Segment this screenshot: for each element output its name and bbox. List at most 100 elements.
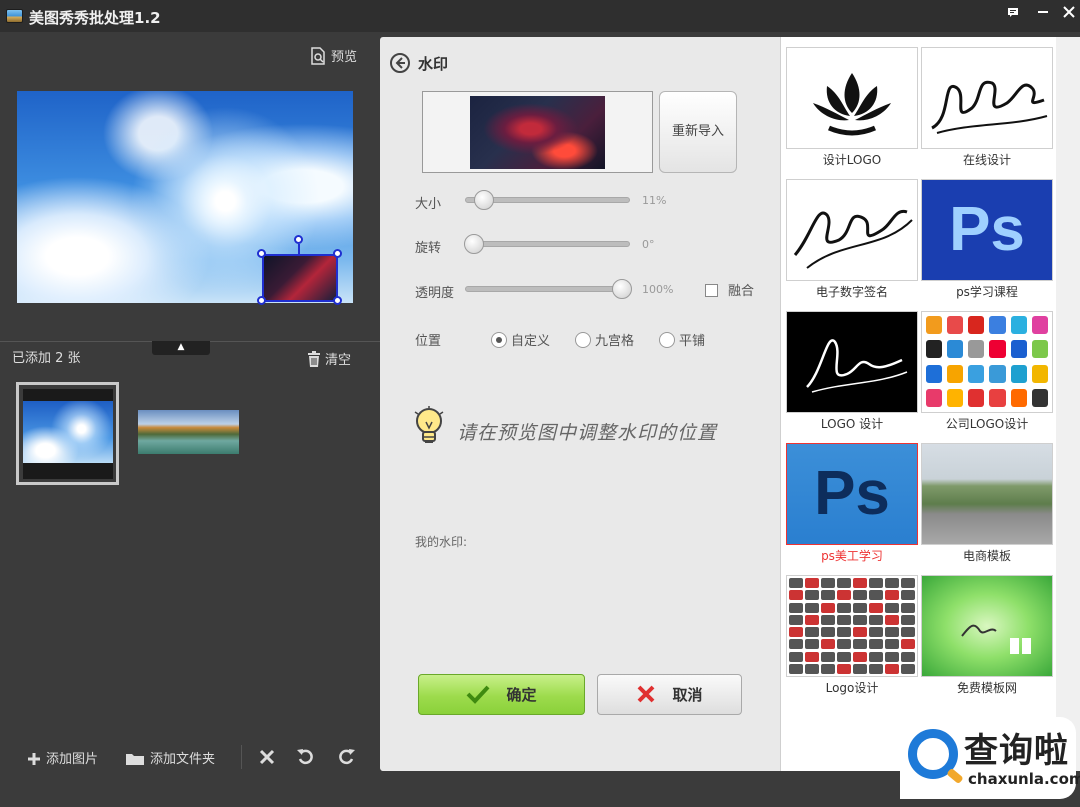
radio-dot[interactable] — [659, 332, 675, 348]
reimport-button[interactable]: 重新导入 — [659, 91, 737, 173]
gallery-item[interactable]: LOGO 设计 — [786, 311, 918, 432]
preview-label: 预览 — [331, 50, 358, 65]
rotate-label: 旋转 — [415, 241, 442, 256]
resize-handle-tr[interactable] — [333, 249, 342, 258]
position-radio-tile[interactable]: 平铺 — [659, 330, 705, 349]
gallery-caption: 电子数字签名 — [815, 285, 888, 299]
add-folder-label: 添加文件夹 — [150, 752, 216, 767]
app-title: 美图秀秀批处理1.2 — [29, 9, 161, 27]
lightbulb-icon — [413, 406, 445, 454]
rotate-handle[interactable] — [294, 235, 303, 244]
delete-icon[interactable] — [257, 747, 277, 767]
green-template-thumbnail — [921, 575, 1053, 677]
radio-dot[interactable] — [575, 332, 591, 348]
ok-label: 确定 — [506, 686, 537, 704]
resize-handle-bl[interactable] — [257, 296, 266, 305]
gallery-item[interactable]: 公司LOGO设计 — [921, 311, 1053, 432]
add-image-button[interactable]: 添加图片 — [27, 748, 98, 767]
thumbnail-letterbox — [23, 389, 113, 401]
clear-label: 清空 — [325, 353, 352, 368]
company-logos-thumbnail — [921, 311, 1053, 413]
gallery-caption: ps美工学习 — [821, 549, 883, 563]
gallery-item[interactable]: 电子数字签名 — [786, 179, 918, 300]
brand-url: chaxunla.com — [968, 770, 1080, 788]
left-toolbar: 添加图片 添加文件夹 — [0, 737, 380, 775]
rotate-slider-thumb[interactable] — [464, 234, 484, 254]
folder-icon — [126, 754, 144, 765]
gallery-caption: 免费模板网 — [956, 681, 1017, 695]
ps-logo-text: Ps — [787, 444, 917, 544]
gallery-item-selected[interactable]: Ps ps美工学习 — [786, 443, 918, 564]
magnifier-icon — [908, 729, 958, 779]
rotate-right-icon[interactable] — [336, 747, 356, 767]
gallery-item[interactable]: 设计LOGO — [786, 47, 918, 168]
checkbox-box[interactable] — [705, 284, 718, 297]
thumbnail-1[interactable] — [16, 382, 119, 485]
ps-logo-thumbnail: Ps — [921, 179, 1053, 281]
position-radio-custom[interactable]: 自定义 — [491, 330, 550, 349]
cancel-label: 取消 — [672, 686, 703, 704]
gallery-scrollbar[interactable] — [1056, 37, 1080, 771]
gallery-caption: 公司LOGO设计 — [945, 417, 1029, 431]
signature-thumbnail — [921, 47, 1053, 149]
clear-button[interactable]: 清空 — [307, 349, 351, 368]
radio-label: 平铺 — [679, 334, 706, 349]
opacity-label: 透明度 — [415, 286, 455, 301]
thumbnail-letterbox — [23, 463, 113, 479]
gallery-caption: 在线设计 — [962, 153, 1011, 167]
plus-icon — [28, 753, 40, 765]
blend-checkbox[interactable]: 融合 — [705, 280, 754, 299]
watermark-panel: 水印 重新导入 大小 11% 旋转 0° 透明度 100% 融合 位置 自定义 … — [380, 37, 780, 771]
opacity-slider-thumb[interactable] — [612, 279, 632, 299]
x-icon — [638, 685, 655, 703]
opacity-value: 100% — [642, 283, 674, 296]
my-watermark-label: 我的水印: — [415, 535, 468, 549]
gallery-item[interactable]: 免费模板网 — [921, 575, 1053, 696]
brand-name: 查询啦 — [964, 731, 1069, 771]
resize-handle-tl[interactable] — [257, 249, 266, 258]
radio-dot[interactable] — [491, 332, 507, 348]
watermark-overlay[interactable] — [262, 254, 338, 302]
size-slider-thumb[interactable] — [474, 190, 494, 210]
logo-grid — [789, 578, 915, 674]
ok-button[interactable]: 确定 — [418, 674, 585, 715]
resize-handle-br[interactable] — [333, 296, 342, 305]
gallery-item[interactable]: Ps ps学习课程 — [921, 179, 1053, 300]
tip-text: 请在预览图中调整水印的位置 — [457, 422, 718, 444]
close-icon[interactable] — [1058, 4, 1080, 24]
added-count-label: 已添加 2 张 — [12, 351, 81, 366]
watermark-preview-frame — [422, 91, 653, 173]
rotate-left-icon[interactable] — [296, 747, 316, 767]
back-icon[interactable] — [389, 52, 411, 78]
collapse-toggle[interactable]: ▲ — [152, 341, 210, 355]
size-label: 大小 — [415, 197, 442, 212]
chat-icon[interactable] — [1002, 4, 1024, 24]
cancel-button[interactable]: 取消 — [597, 674, 742, 715]
gallery-caption: LOGO 设计 — [820, 417, 884, 431]
app-icon — [6, 9, 23, 23]
gallery-item[interactable]: Logo设计 — [786, 575, 918, 696]
gallery-item[interactable]: 在线设计 — [921, 47, 1053, 168]
blend-label: 融合 — [728, 284, 755, 299]
minimize-icon[interactable] — [1032, 4, 1054, 24]
size-value: 11% — [642, 194, 667, 207]
opacity-slider-track[interactable] — [465, 286, 630, 292]
rotate-slider-track[interactable] — [465, 241, 630, 247]
trash-icon — [308, 351, 320, 367]
sky-clouds-photo — [23, 401, 113, 463]
thumbnail-2[interactable] — [138, 410, 239, 454]
preview-icon — [311, 47, 325, 65]
ps-logo-thumbnail: Ps — [786, 443, 918, 545]
gallery-item[interactable]: 电商模板 — [921, 443, 1053, 564]
gallery-caption: 设计LOGO — [822, 153, 882, 167]
site-watermark-logo: 查询啦 chaxunla.com — [900, 717, 1080, 799]
preview-button[interactable]: 预览 — [310, 46, 357, 65]
position-label: 位置 — [415, 334, 442, 349]
add-folder-button[interactable]: 添加文件夹 — [125, 748, 215, 767]
panel-title: 水印 — [418, 55, 449, 73]
ps-logo-text: Ps — [922, 180, 1052, 280]
signature-thumbnail — [786, 179, 918, 281]
logo-grid — [926, 316, 1048, 408]
position-radio-grid[interactable]: 九宫格 — [575, 330, 634, 349]
left-panel: 预览 ▲ 已添加 2 张 清空 添加图片 添加文件夹 — [0, 32, 380, 807]
